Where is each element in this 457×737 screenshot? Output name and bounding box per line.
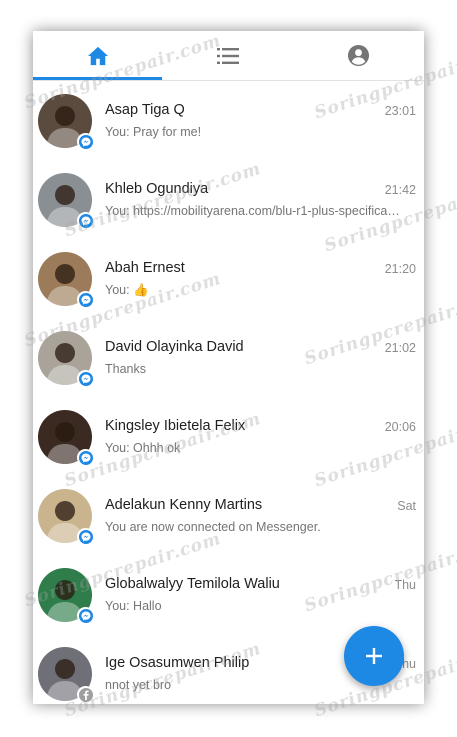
platform-badge [77, 212, 94, 229]
message-time: 21:42 [384, 183, 416, 197]
contact-name: Abah Ernest [105, 260, 185, 276]
platform-badge [77, 528, 94, 545]
avatar [38, 489, 94, 545]
messenger-icon [78, 450, 93, 465]
tab-list[interactable] [162, 31, 293, 80]
message-preview: You: 👍 [105, 283, 149, 297]
platform-badge [77, 133, 94, 150]
home-icon [87, 46, 108, 65]
message-time: Sat [397, 499, 416, 513]
messenger-icon [78, 608, 93, 623]
avatar [38, 568, 94, 624]
contact-name: David Olayinka David [105, 339, 244, 355]
avatar [38, 173, 94, 229]
conversation-row-1[interactable]: Asap Tiga Q 23:01 You: Pray for me! [33, 81, 424, 160]
messenger-icon [78, 213, 93, 228]
conversation-row-3[interactable]: Abah Ernest 21:20 You: 👍 [33, 239, 424, 318]
plus-icon [366, 648, 382, 664]
contact-name: Globalwalyy Temilola Waliu [105, 576, 280, 592]
messenger-icon [78, 134, 93, 149]
conversation-row-6[interactable]: Adelakun Kenny Martins Sat You are now c… [33, 476, 424, 555]
message-time: 21:20 [384, 262, 416, 276]
avatar [38, 647, 94, 703]
facebook-icon [78, 687, 93, 702]
conversation-row-2[interactable]: Khleb Ogundiya 21:42 You: https://mobili… [33, 160, 424, 239]
platform-badge [77, 686, 94, 703]
platform-badge [77, 449, 94, 466]
platform-badge [77, 291, 94, 308]
tab-profile[interactable] [293, 31, 424, 80]
message-preview: You: Pray for me! [105, 125, 202, 139]
conversation-row-7[interactable]: Globalwalyy Temilola Waliu Thu You: Hall… [33, 555, 424, 634]
contact-name: Asap Tiga Q [105, 102, 185, 118]
message-time: 20:06 [384, 420, 416, 434]
message-time: 23:01 [384, 104, 416, 118]
message-preview: You: Ohhh ok [105, 441, 181, 455]
contact-name: Kingsley Ibietela Felix [105, 418, 246, 434]
active-tab-indicator [33, 77, 162, 80]
messenger-icon [78, 371, 93, 386]
messenger-icon [78, 292, 93, 307]
conversation-row-5[interactable]: Kingsley Ibietela Felix 20:06 You: Ohhh … [33, 397, 424, 476]
contact-name: Adelakun Kenny Martins [105, 497, 263, 513]
message-preview: Thanks [105, 362, 146, 376]
message-time: Thu [394, 578, 416, 592]
avatar [38, 331, 94, 387]
list-icon [216, 47, 239, 64]
messenger-lite-window: Asap Tiga Q 23:01 You: Pray for me! Khle… [33, 31, 424, 704]
platform-badge [77, 370, 94, 387]
tab-home[interactable] [33, 31, 162, 80]
new-message-button[interactable] [344, 626, 404, 686]
avatar [38, 94, 94, 150]
message-time: 21:02 [384, 341, 416, 355]
messenger-icon [78, 529, 93, 544]
contact-name: Khleb Ogundiya [105, 181, 209, 197]
message-preview: You: Hallo [105, 599, 162, 613]
contact-name: Ige Osasumwen Philip [105, 655, 250, 671]
avatar [38, 252, 94, 308]
conversation-row-4[interactable]: David Olayinka David 21:02 Thanks [33, 318, 424, 397]
account-circle-icon [347, 44, 370, 67]
message-preview: You are now connected on Messenger. [105, 520, 321, 534]
platform-badge [77, 607, 94, 624]
message-preview: You: https://mobilityarena.com/blu-r1-pl… [105, 204, 400, 218]
avatar [38, 410, 94, 466]
tab-bar [33, 31, 424, 81]
